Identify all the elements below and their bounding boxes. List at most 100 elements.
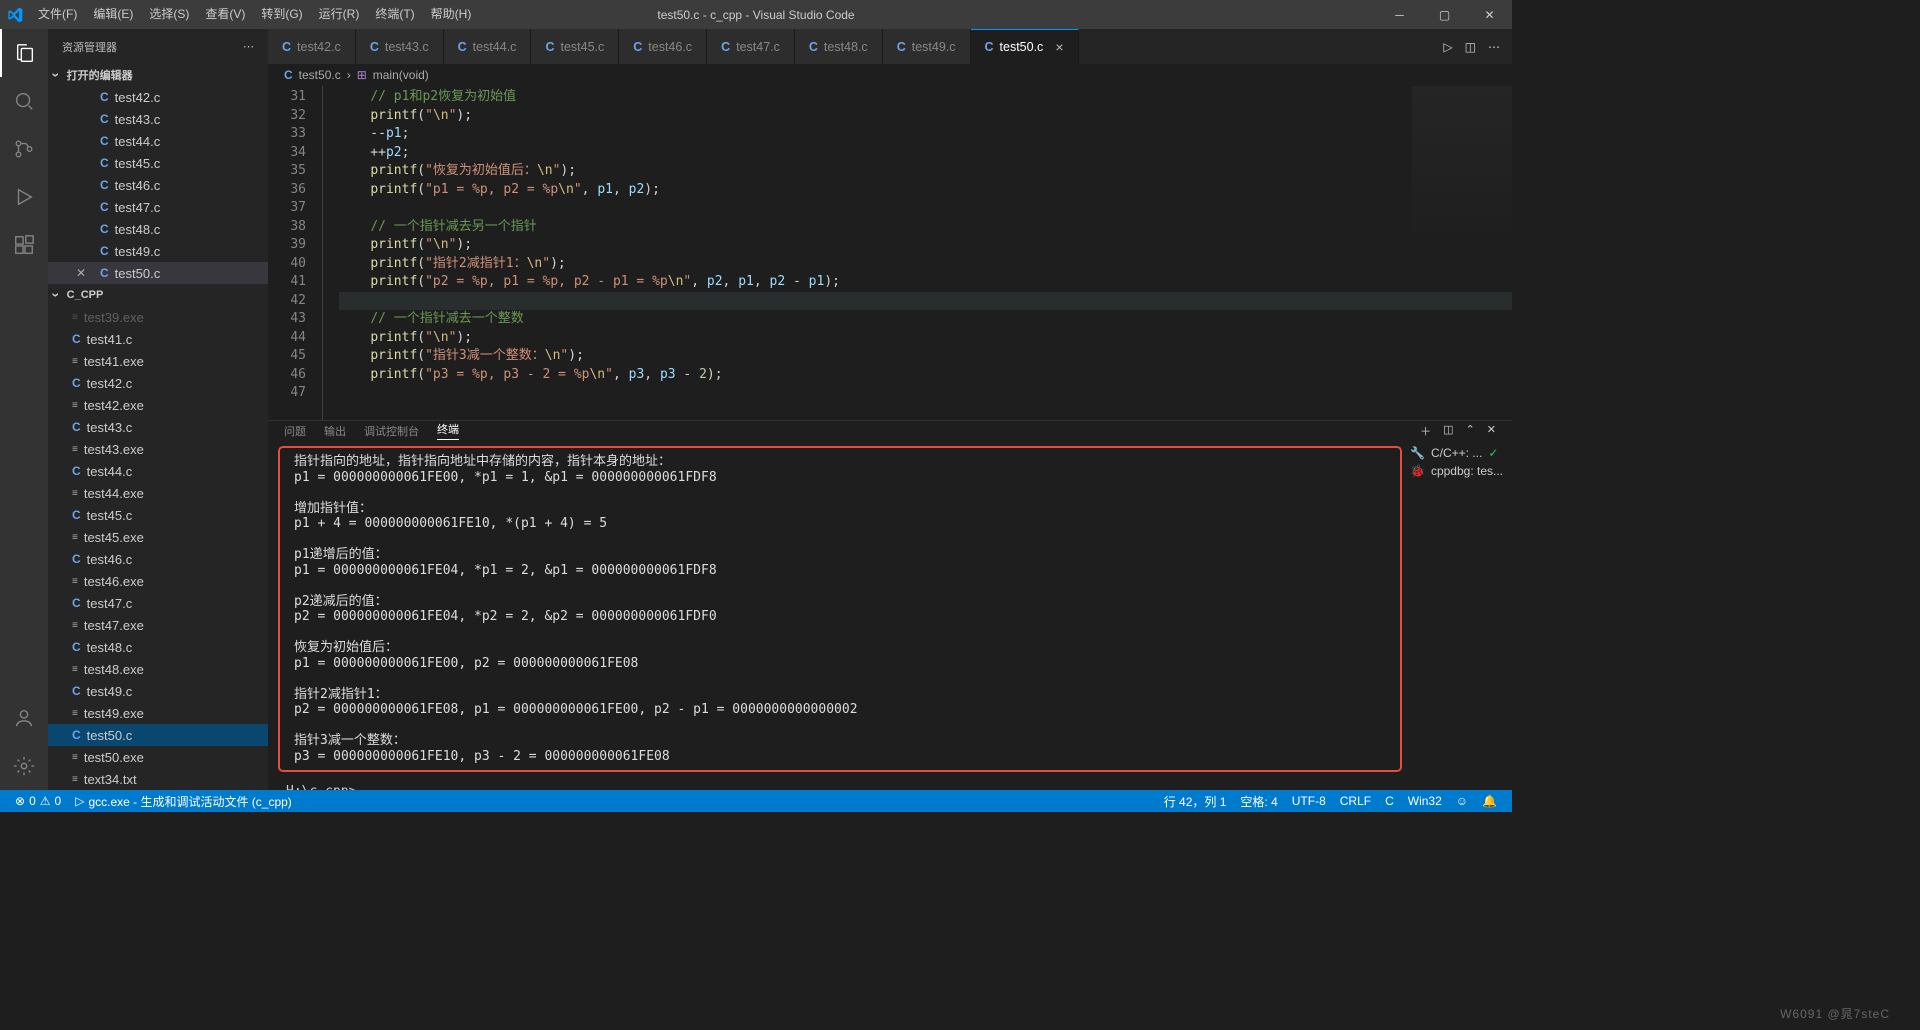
run-icon[interactable]: ▷	[1443, 40, 1452, 54]
minimize-button[interactable]: ─	[1377, 0, 1422, 29]
menu-item[interactable]: 终端(T)	[367, 0, 422, 29]
file-item[interactable]: Ctest47.c	[48, 592, 268, 614]
editor-tab[interactable]: Ctest49.c	[883, 29, 971, 64]
panel-up-icon[interactable]: ⌃	[1466, 423, 1475, 439]
file-name: test50.c	[115, 266, 161, 281]
close-icon[interactable]: ✕	[76, 266, 88, 280]
file-item[interactable]: Ctest46.c	[48, 548, 268, 570]
status-spaces[interactable]: 空格: 4	[1233, 793, 1284, 810]
split-editor-icon[interactable]: ◫	[1465, 40, 1476, 54]
folder-section[interactable]: C_CPP	[48, 284, 268, 306]
run-debug-activity-icon[interactable]	[0, 173, 48, 221]
file-item[interactable]: ≡test48.exe	[48, 658, 268, 680]
open-editor-item[interactable]: Ctest45.c	[48, 152, 268, 174]
file-item[interactable]: Ctest43.c	[48, 416, 268, 438]
file-item[interactable]: ≡test49.exe	[48, 702, 268, 724]
file-item[interactable]: Ctest41.c	[48, 328, 268, 350]
file-item[interactable]: ≡test46.exe	[48, 570, 268, 592]
file-item[interactable]: ≡test41.exe	[48, 350, 268, 372]
file-item[interactable]: ≡test45.exe	[48, 526, 268, 548]
editor-tab[interactable]: Ctest46.c	[619, 29, 707, 64]
file-name: test47.c	[87, 596, 133, 611]
status-language[interactable]: C	[1378, 793, 1401, 810]
editor-tab[interactable]: Ctest47.c	[707, 29, 795, 64]
open-editors-section[interactable]: 打开的编辑器	[48, 64, 268, 86]
menu-item[interactable]: 选择(S)	[141, 0, 197, 29]
file-item[interactable]: Ctest45.c	[48, 504, 268, 526]
open-editor-item[interactable]: Ctest44.c	[48, 130, 268, 152]
open-editor-item[interactable]: Ctest46.c	[48, 174, 268, 196]
explorer-activity-icon[interactable]	[0, 29, 48, 77]
status-bell-icon[interactable]: 🔔	[1475, 793, 1504, 810]
accounts-activity-icon[interactable]	[0, 694, 48, 742]
terminal-entry-dbg[interactable]: 🐞cppdbg: tes...	[1406, 462, 1508, 480]
editor-tab[interactable]: Ctest44.c	[444, 29, 532, 64]
file-item[interactable]: ≡test39.exe	[48, 306, 268, 328]
editor-body[interactable]: 3132333435363738394041424344454647 // p1…	[268, 86, 1512, 420]
file-item[interactable]: ≡test42.exe	[48, 394, 268, 416]
status-os[interactable]: Win32	[1401, 793, 1449, 810]
file-name: test49.c	[87, 684, 133, 699]
terminal-output[interactable]: 指针指向的地址，指针指向地址中存储的内容，指针本身的地址： p1 = 00000…	[278, 446, 1402, 772]
new-terminal-icon[interactable]: ＋	[1420, 423, 1431, 439]
editor-tab[interactable]: Ctest48.c	[795, 29, 883, 64]
file-item[interactable]: ≡test43.exe	[48, 438, 268, 460]
menu-item[interactable]: 帮助(H)	[423, 0, 480, 29]
menu-item[interactable]: 文件(F)	[30, 0, 85, 29]
warning-icon: ⚠	[40, 794, 51, 808]
terminal-entry-cpp[interactable]: 🔧C/C++: ...✓	[1406, 444, 1508, 462]
breadcrumb[interactable]: C test50.c › ⊞ main(void)	[268, 64, 1512, 86]
file-item[interactable]: ≡test44.exe	[48, 482, 268, 504]
open-editor-item[interactable]: Ctest43.c	[48, 108, 268, 130]
terminal-prompt[interactable]: H:\c_cpp>	[268, 782, 1402, 790]
editor-tab[interactable]: Ctest42.c	[268, 29, 356, 64]
status-feedback-icon[interactable]: ☺	[1449, 793, 1475, 810]
open-editor-item[interactable]: Ctest48.c	[48, 218, 268, 240]
more-icon[interactable]: ⋯	[1488, 40, 1500, 54]
text-file-icon: ≡	[72, 774, 78, 785]
file-item[interactable]: Ctest42.c	[48, 372, 268, 394]
status-eol[interactable]: CRLF	[1333, 793, 1378, 810]
search-activity-icon[interactable]	[0, 77, 48, 125]
status-encoding[interactable]: UTF-8	[1285, 793, 1333, 810]
editor-tab[interactable]: Ctest43.c	[356, 29, 444, 64]
c-file-icon: C	[100, 90, 109, 104]
minimap[interactable]	[1412, 86, 1512, 246]
panel-tab-output[interactable]: 输出	[324, 423, 346, 439]
settings-activity-icon[interactable]	[0, 742, 48, 790]
file-item[interactable]: Ctest44.c	[48, 460, 268, 482]
open-editor-item[interactable]: Ctest49.c	[48, 240, 268, 262]
menu-item[interactable]: 运行(R)	[311, 0, 368, 29]
menu-item[interactable]: 转到(G)	[253, 0, 310, 29]
open-editor-item[interactable]: ✕Ctest50.c	[48, 262, 268, 284]
panel-tab-debug-console[interactable]: 调试控制台	[364, 423, 419, 439]
file-item[interactable]: Ctest50.c	[48, 724, 268, 746]
file-item[interactable]: Ctest48.c	[48, 636, 268, 658]
editor-tab[interactable]: Ctest45.c	[531, 29, 619, 64]
status-build-task[interactable]: ▷gcc.exe - 生成和调试活动文件 (c_cpp)	[68, 793, 299, 810]
menu-item[interactable]: 编辑(E)	[85, 0, 141, 29]
file-item[interactable]: Ctest49.c	[48, 680, 268, 702]
maximize-button[interactable]: ▢	[1422, 0, 1467, 29]
c-file-icon: C	[100, 178, 109, 192]
more-icon[interactable]: ⋯	[243, 40, 254, 53]
panel-close-icon[interactable]: ✕	[1487, 423, 1496, 439]
extensions-activity-icon[interactable]	[0, 221, 48, 269]
open-editor-item[interactable]: Ctest47.c	[48, 196, 268, 218]
file-item[interactable]: ≡test47.exe	[48, 614, 268, 636]
code-content[interactable]: // p1和p2恢复为初始值 printf("\n"); --p1; ++p2;…	[322, 86, 1512, 420]
source-control-activity-icon[interactable]	[0, 125, 48, 173]
close-icon[interactable]: ×	[1055, 39, 1063, 55]
c-file-icon: C	[284, 68, 293, 82]
file-item[interactable]: ≡text34.txt	[48, 768, 268, 790]
menu-item[interactable]: 查看(V)	[197, 0, 253, 29]
panel-tab-terminal[interactable]: 终端	[437, 421, 459, 440]
open-editor-item[interactable]: Ctest42.c	[48, 86, 268, 108]
file-item[interactable]: ≡test50.exe	[48, 746, 268, 768]
editor-tab[interactable]: Ctest50.c×	[971, 29, 1079, 64]
close-window-button[interactable]: ✕	[1467, 0, 1512, 29]
split-terminal-icon[interactable]: ◫	[1443, 423, 1453, 439]
status-line-col[interactable]: 行 42，列 1	[1157, 793, 1234, 810]
panel-tab-problems[interactable]: 问题	[284, 423, 306, 439]
status-errors[interactable]: ⊗0⚠0	[8, 794, 68, 808]
